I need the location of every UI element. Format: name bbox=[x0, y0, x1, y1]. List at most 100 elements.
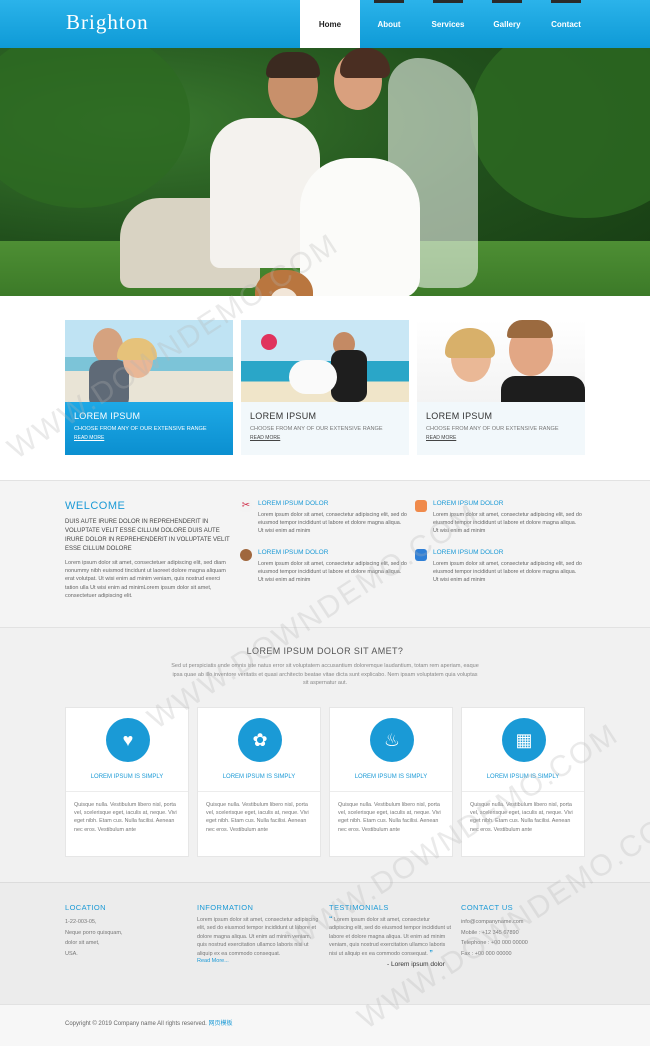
footer-contact: CONTACT US info@companyname.com Mobile :… bbox=[461, 903, 586, 959]
address-line: dolor sit amet, bbox=[65, 940, 100, 946]
nav-contact[interactable]: Contact bbox=[536, 0, 596, 48]
service-text: Quisque nulla. Vestibulum libero nisl, p… bbox=[470, 802, 573, 833]
couple-ocean-photo bbox=[241, 320, 409, 402]
address-block: 1-22-003-05, Neque porro quisquam, dolor… bbox=[65, 917, 190, 959]
welcome-caps-text: DUIS AUTE IRURE DOLOR IN REPREHENDERIT I… bbox=[65, 519, 230, 552]
service-title: LOREM IPSUM IS SIMPLY bbox=[354, 774, 428, 780]
services-title: LOREM IPSUM DOLOR SIT AMET? bbox=[246, 646, 404, 656]
footer-location: LOCATION 1-22-003-05, Neque porro quisqu… bbox=[65, 903, 190, 959]
feature-card[interactable]: LOREM IPSUM CHOOSE FROM ANY OF OUR EXTEN… bbox=[65, 320, 233, 455]
address-line: 1-22-003-05, bbox=[65, 919, 97, 925]
groom-hair-shape bbox=[507, 320, 553, 338]
couple-beach-photo bbox=[65, 320, 233, 402]
welcome-feature-title: LOREM IPSUM DOLOR bbox=[433, 549, 504, 556]
read-more-link[interactable]: READ MORE bbox=[426, 435, 456, 441]
bride-dress-shape bbox=[300, 158, 420, 296]
service-card[interactable]: ✿ LOREM IPSUM IS SIMPLY Quisque nulla. V… bbox=[197, 707, 321, 857]
service-divider bbox=[198, 791, 320, 792]
information-text: Lorem ipsum dolor sit amet, consectetur … bbox=[197, 917, 319, 957]
cake-icon: ♨ bbox=[370, 718, 414, 762]
feature-card[interactable]: LOREM IPSUM CHOOSE FROM ANY OF OUR EXTEN… bbox=[241, 320, 409, 455]
contact-email[interactable]: info@companyname.com bbox=[461, 917, 586, 928]
bouquet-icon: ✿ bbox=[238, 718, 282, 762]
groom-hair-shape bbox=[266, 52, 320, 78]
welcome-feature-text: Lorem ipsum dolor sit amet, consectetur … bbox=[258, 512, 407, 535]
nav-home[interactable]: Home bbox=[300, 0, 360, 48]
bouquet-shape bbox=[261, 334, 277, 350]
read-more-link[interactable]: READ MORE bbox=[250, 435, 280, 441]
main-nav: Home About Services Gallery Contact bbox=[300, 0, 595, 48]
hero-banner-image bbox=[0, 48, 650, 296]
welcome-feature-title: LOREM IPSUM DOLOR bbox=[258, 500, 329, 507]
nav-gallery[interactable]: Gallery bbox=[477, 0, 537, 48]
foliage-shape bbox=[0, 48, 190, 208]
footer-heading: CONTACT US bbox=[461, 903, 514, 912]
feature-card[interactable]: LOREM IPSUM CHOOSE FROM ANY OF OUR EXTEN… bbox=[417, 320, 585, 455]
nav-about[interactable]: About bbox=[359, 0, 419, 48]
bride-dress-shape bbox=[289, 360, 337, 394]
welcome-feature-text: Lorem ipsum dolor sit amet, consectetur … bbox=[433, 561, 582, 584]
feature-title: LOREM IPSUM bbox=[426, 411, 493, 421]
close-quote-icon: ” bbox=[429, 949, 433, 957]
heart-arrow-icon: ♥ bbox=[106, 718, 150, 762]
feature-subtitle: CHOOSE FROM ANY OF OUR EXTENSIVE RANGE bbox=[74, 426, 207, 432]
services-intro: Sed ut perspiciatis unde omnis iste natu… bbox=[171, 663, 479, 686]
feature-cards: LOREM IPSUM CHOOSE FROM ANY OF OUR EXTEN… bbox=[65, 320, 585, 455]
copyright-label: Copyright © 2019 Company name All rights… bbox=[65, 1021, 207, 1027]
service-divider bbox=[330, 791, 452, 792]
service-title: LOREM IPSUM IS SIMPLY bbox=[222, 774, 296, 780]
bride-hair-shape bbox=[117, 338, 157, 360]
feature-title: LOREM IPSUM bbox=[74, 411, 141, 421]
footer-information: INFORMATION Lorem ipsum dolor sit amet, … bbox=[197, 903, 322, 964]
feature-subtitle: CHOOSE FROM ANY OF OUR EXTENSIVE RANGE bbox=[250, 426, 383, 432]
feature-card-body: LOREM IPSUM CHOOSE FROM ANY OF OUR EXTEN… bbox=[65, 402, 233, 455]
service-divider bbox=[462, 791, 584, 792]
service-text: Quisque nulla. Vestibulum libero nisl, p… bbox=[206, 802, 309, 833]
feature-card-body: LOREM IPSUM CHOOSE FROM ANY OF OUR EXTEN… bbox=[241, 402, 409, 455]
open-quote-icon: “ bbox=[329, 916, 333, 923]
service-card[interactable]: ▦ LOREM IPSUM IS SIMPLY Quisque nulla. V… bbox=[461, 707, 585, 857]
service-text: Quisque nulla. Vestibulum libero nisl, p… bbox=[74, 802, 177, 833]
feature-subtitle: CHOOSE FROM ANY OF OUR EXTENSIVE RANGE bbox=[426, 426, 559, 432]
footer-heading: LOCATION bbox=[65, 903, 106, 912]
welcome-feature-title: LOREM IPSUM DOLOR bbox=[433, 500, 504, 507]
gift-icon bbox=[415, 500, 427, 512]
contact-telephone: Telephone : +00 000 00000 bbox=[461, 940, 528, 946]
copyright-link[interactable]: 网页模板 bbox=[209, 1021, 233, 1027]
welcome-feature-text: Lorem ipsum dolor sit amet, consectetur … bbox=[433, 512, 582, 535]
read-more-link[interactable]: READ MORE bbox=[74, 435, 104, 441]
nav-services[interactable]: Services bbox=[418, 0, 478, 48]
service-card[interactable]: ♥ LOREM IPSUM IS SIMPLY Quisque nulla. V… bbox=[65, 707, 189, 857]
welcome-title: WELCOME bbox=[65, 500, 126, 512]
address-line: Neque porro quisquam, bbox=[65, 929, 123, 936]
bride-hair-shape bbox=[445, 328, 495, 358]
read-more-link[interactable]: Read More... bbox=[197, 958, 322, 964]
welcome-feature-title: LOREM IPSUM DOLOR bbox=[258, 549, 329, 556]
service-title: LOREM IPSUM IS SIMPLY bbox=[90, 774, 164, 780]
contact-fax: Fax : +00 000 00000 bbox=[461, 950, 512, 957]
testimonial-author: - Lorem ipsum dolor bbox=[387, 961, 445, 969]
testimonial-block: “ Lorem ipsum dolor sit amet, consectetu… bbox=[329, 916, 454, 958]
footer-testimonials: TESTIMONIALS “ Lorem ipsum dolor sit ame… bbox=[329, 903, 454, 968]
site-logo[interactable]: Brighton bbox=[66, 10, 149, 35]
groom-suit-shape bbox=[501, 376, 585, 402]
welcome-feature-text: Lorem ipsum dolor sit amet, consectetur … bbox=[258, 561, 407, 584]
feature-title: LOREM IPSUM bbox=[250, 411, 317, 421]
contact-mobile: Mobile : +12 345 67890 bbox=[461, 929, 519, 936]
present-icon bbox=[415, 549, 427, 561]
welcome-body-text: Lorem ipsum dolor sit amet, consectetuer… bbox=[65, 560, 226, 599]
footer-heading: TESTIMONIALS bbox=[329, 903, 389, 912]
calendar-heart-icon: ▦ bbox=[502, 718, 546, 762]
service-card[interactable]: ♨ LOREM IPSUM IS SIMPLY Quisque nulla. V… bbox=[329, 707, 453, 857]
bride-hair-shape bbox=[340, 48, 390, 78]
service-divider bbox=[66, 791, 188, 792]
copyright-text: Copyright © 2019 Company name All rights… bbox=[65, 1018, 233, 1027]
cake-icon bbox=[240, 549, 252, 561]
service-text: Quisque nulla. Vestibulum libero nisl, p… bbox=[338, 802, 441, 833]
contact-block: info@companyname.com Mobile : +12 345 67… bbox=[461, 917, 586, 959]
ribbon-icon: ✂ bbox=[240, 500, 252, 512]
footer-heading: INFORMATION bbox=[197, 903, 254, 912]
feature-card-body: LOREM IPSUM CHOOSE FROM ANY OF OUR EXTEN… bbox=[417, 402, 585, 455]
service-title: LOREM IPSUM IS SIMPLY bbox=[486, 774, 560, 780]
couple-portrait-photo bbox=[417, 320, 585, 402]
